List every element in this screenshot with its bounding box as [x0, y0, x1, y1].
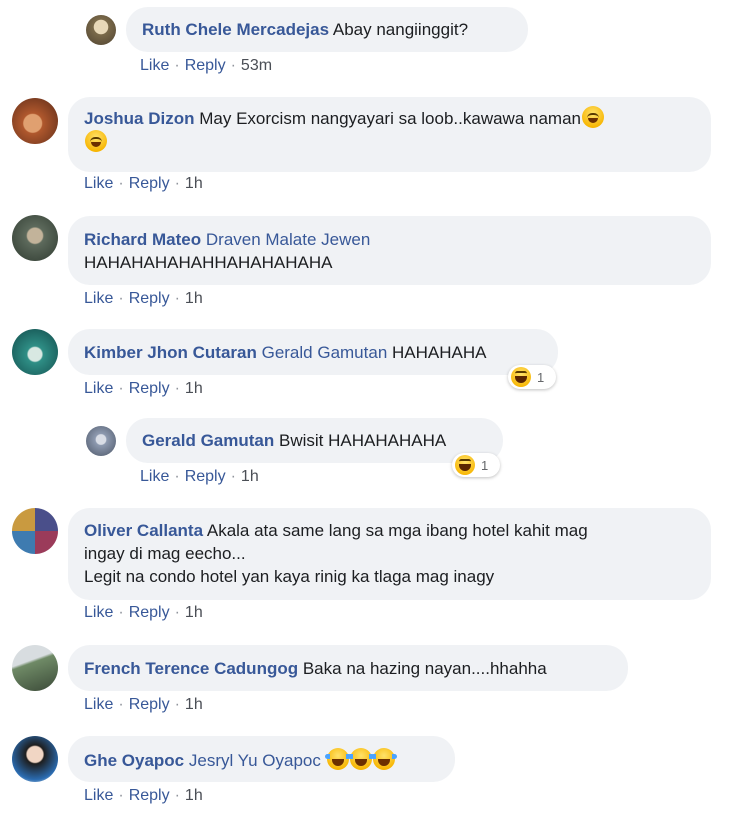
comment-text: HAHAHAHAHAHHAHAHAHAHA	[84, 253, 333, 272]
comment-text: ingay di mag eecho...	[84, 544, 246, 563]
avatar[interactable]	[12, 329, 58, 375]
reaction-count: 1	[537, 369, 545, 385]
joy-tears-icon	[370, 748, 397, 770]
comment-actions: Like · Reply · 1h	[84, 380, 203, 397]
comment-author[interactable]: Joshua Dizon	[84, 109, 195, 128]
comment-timestamp[interactable]: 1h	[185, 290, 203, 307]
reply-button[interactable]: Reply	[185, 468, 226, 485]
comment-text: Bwisit HAHAHAHAHA	[279, 431, 447, 450]
like-button[interactable]: Like	[84, 175, 113, 192]
mention-link[interactable]: Jesryl Yu Oyapoc	[189, 751, 321, 770]
comment-timestamp[interactable]: 1h	[185, 380, 203, 397]
comment-text: HAHAHAHA	[392, 343, 487, 362]
comment-author[interactable]: Gerald Gamutan	[142, 431, 274, 450]
grinning-sweat-icon	[581, 106, 604, 128]
like-button[interactable]: Like	[84, 696, 113, 713]
reaction-count: 1	[481, 457, 489, 473]
comment-author[interactable]: Richard Mateo	[84, 230, 201, 249]
comment-bubble: Kimber Jhon Cutaran Gerald Gamutan HAHAH…	[68, 329, 558, 375]
comment-actions: Like · Reply · 1h	[140, 468, 259, 485]
comment-bubble: Richard Mateo Draven Malate Jewen HAHAHA…	[68, 216, 711, 285]
comment-author[interactable]: Ruth Chele Mercadejas	[142, 20, 329, 39]
mention-link[interactable]: Gerald Gamutan	[262, 343, 388, 362]
comment-actions: Like · Reply · 1h	[84, 604, 203, 621]
mention-link[interactable]: Draven Malate Jewen	[206, 230, 370, 249]
comment-author[interactable]: Kimber Jhon Cutaran	[84, 343, 257, 362]
reply-button[interactable]: Reply	[129, 787, 170, 804]
reaction-badge[interactable]: 1	[508, 365, 556, 389]
reaction-badge[interactable]: 1	[452, 453, 500, 477]
joy-tears-icon	[347, 748, 374, 770]
reply-button[interactable]: Reply	[185, 57, 226, 74]
comment-timestamp[interactable]: 1h	[185, 696, 203, 713]
comment-actions: Like · Reply · 1h	[84, 290, 203, 307]
comment-bubble: Ghe Oyapoc Jesryl Yu Oyapoc	[68, 736, 455, 782]
like-button[interactable]: Like	[84, 380, 113, 397]
like-button[interactable]: Like	[140, 57, 169, 74]
like-button[interactable]: Like	[84, 290, 113, 307]
avatar[interactable]	[86, 15, 116, 45]
comment-text: Abay nangiinggit?	[332, 20, 469, 39]
avatar[interactable]	[86, 426, 116, 456]
reply-button[interactable]: Reply	[129, 604, 170, 621]
comment-text: Legit na condo hotel yan kaya rinig ka t…	[84, 567, 495, 586]
comment-author[interactable]: Ghe Oyapoc	[84, 751, 184, 770]
comment-timestamp[interactable]: 1h	[185, 175, 203, 192]
comment-timestamp[interactable]: 1h	[185, 604, 203, 621]
like-button[interactable]: Like	[84, 604, 113, 621]
comment-text: Baka na hazing nayan....hhahha	[302, 659, 547, 678]
avatar[interactable]	[12, 508, 58, 554]
comment-bubble: Ruth Chele Mercadejas Abay nangiinggit?	[126, 7, 528, 52]
comment-timestamp[interactable]: 1h	[241, 468, 259, 485]
comment-text: Akala ata same lang sa mga ibang hotel k…	[206, 521, 588, 540]
reply-button[interactable]: Reply	[129, 175, 170, 192]
comment-actions: Like · Reply · 53m	[140, 57, 273, 74]
comment-author[interactable]: French Terence Cadungog	[84, 659, 298, 678]
like-button[interactable]: Like	[84, 787, 113, 804]
comment-bubble: Gerald Gamutan Bwisit HAHAHAHAHA	[126, 418, 503, 463]
haha-reaction-icon	[455, 455, 475, 475]
comment-actions: Like · Reply · 1h	[84, 175, 203, 192]
comment-author[interactable]: Oliver Callanta	[84, 521, 203, 540]
comment-text: May Exorcism nangyayari sa loob..kawawa …	[199, 109, 581, 128]
joy-tears-icon	[324, 748, 351, 770]
comment-actions: Like · Reply · 1h	[84, 787, 203, 804]
like-button[interactable]: Like	[140, 468, 169, 485]
comment-timestamp[interactable]: 1h	[185, 787, 203, 804]
avatar[interactable]	[12, 215, 58, 261]
comment-bubble: French Terence Cadungog Baka na hazing n…	[68, 645, 628, 691]
grinning-sweat-icon	[85, 130, 107, 152]
comment-bubble: Oliver Callanta Akala ata same lang sa m…	[68, 508, 711, 600]
avatar[interactable]	[12, 645, 58, 691]
avatar[interactable]	[12, 736, 58, 782]
reply-button[interactable]: Reply	[129, 696, 170, 713]
haha-reaction-icon	[511, 367, 531, 387]
comment-actions: Like · Reply · 1h	[84, 696, 203, 713]
reply-button[interactable]: Reply	[129, 290, 170, 307]
comment-bubble: Joshua Dizon May Exorcism nangyayari sa …	[68, 97, 711, 172]
avatar[interactable]	[12, 98, 58, 144]
comment-timestamp[interactable]: 53m	[241, 57, 272, 74]
reply-button[interactable]: Reply	[129, 380, 170, 397]
